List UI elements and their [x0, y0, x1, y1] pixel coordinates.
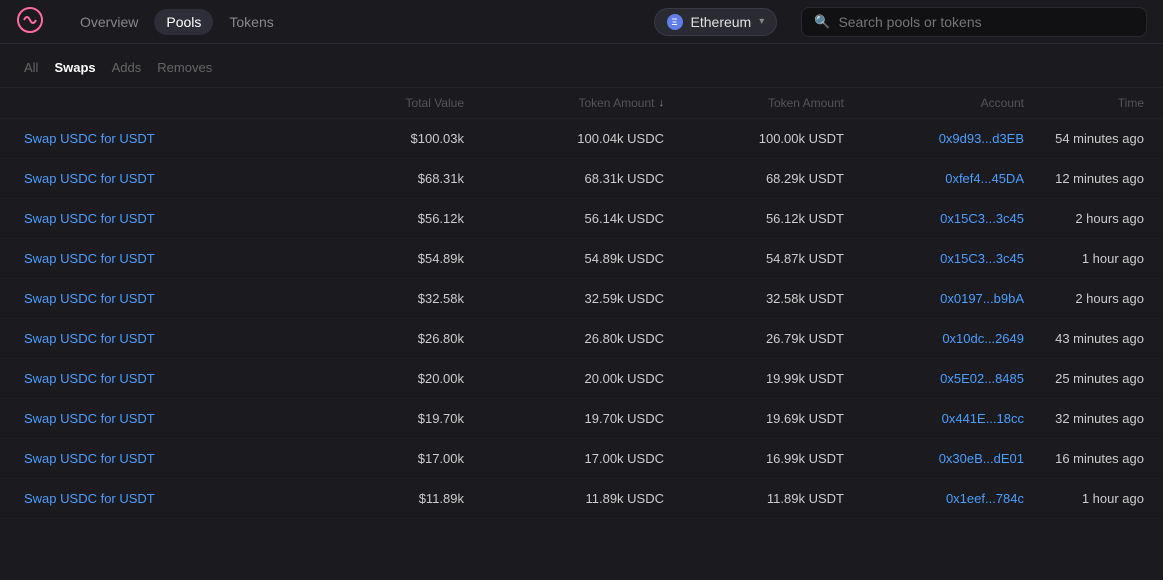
row-token-amount-2: 26.79k USDT [664, 331, 844, 346]
col-header-time: Time [1024, 96, 1144, 110]
nav-items: Overview Pools Tokens [68, 9, 286, 35]
row-account[interactable]: 0x10dc...2649 [844, 331, 1024, 346]
row-account[interactable]: 0xfef4...45DA [844, 171, 1024, 186]
col-header-token-amount-2: Token Amount [664, 96, 844, 110]
row-token-amount-1: 17.00k USDC [464, 451, 664, 466]
row-token-amount-2: 11.89k USDT [664, 491, 844, 506]
row-total-value: $26.80k [304, 331, 464, 346]
table: Total Value Token Amount ↓ Token Amount … [0, 88, 1163, 519]
table-row: Swap USDC for USDT $17.00k 17.00k USDC 1… [0, 439, 1163, 479]
row-account[interactable]: 0x9d93...d3EB [844, 131, 1024, 146]
row-token-amount-1: 11.89k USDC [464, 491, 664, 506]
row-total-value: $68.31k [304, 171, 464, 186]
row-total-value: $11.89k [304, 491, 464, 506]
col-header-action [24, 96, 304, 110]
row-action[interactable]: Swap USDC for USDT [24, 371, 304, 386]
row-token-amount-2: 19.99k USDT [664, 371, 844, 386]
row-time: 2 hours ago [1024, 291, 1144, 306]
row-token-amount-1: 100.04k USDC [464, 131, 664, 146]
row-token-amount-2: 32.58k USDT [664, 291, 844, 306]
row-action[interactable]: Swap USDC for USDT [24, 251, 304, 266]
row-account[interactable]: 0x5E02...8485 [844, 371, 1024, 386]
network-icon: Ξ [667, 14, 683, 30]
row-time: 25 minutes ago [1024, 371, 1144, 386]
row-account[interactable]: 0x15C3...3c45 [844, 211, 1024, 226]
row-token-amount-2: 68.29k USDT [664, 171, 844, 186]
table-row: Swap USDC for USDT $68.31k 68.31k USDC 6… [0, 159, 1163, 199]
row-total-value: $100.03k [304, 131, 464, 146]
network-name: Ethereum [691, 14, 752, 30]
row-action[interactable]: Swap USDC for USDT [24, 451, 304, 466]
row-total-value: $56.12k [304, 211, 464, 226]
row-token-amount-2: 100.00k USDT [664, 131, 844, 146]
row-token-amount-2: 54.87k USDT [664, 251, 844, 266]
filter-tab-adds[interactable]: Adds [112, 58, 142, 77]
row-time: 43 minutes ago [1024, 331, 1144, 346]
nav-pools[interactable]: Pools [154, 9, 213, 35]
row-account[interactable]: 0x1eef...784c [844, 491, 1024, 506]
row-action[interactable]: Swap USDC for USDT [24, 291, 304, 306]
search-icon: 🔍 [814, 14, 830, 30]
row-time: 1 hour ago [1024, 491, 1144, 506]
top-nav: Overview Pools Tokens Ξ Ethereum ▾ 🔍 [0, 0, 1163, 44]
row-total-value: $17.00k [304, 451, 464, 466]
nav-tokens[interactable]: Tokens [217, 9, 285, 35]
table-body: Swap USDC for USDT $100.03k 100.04k USDC… [0, 119, 1163, 519]
table-row: Swap USDC for USDT $20.00k 20.00k USDC 1… [0, 359, 1163, 399]
row-time: 2 hours ago [1024, 211, 1144, 226]
row-action[interactable]: Swap USDC for USDT [24, 211, 304, 226]
content: All Swaps Adds Removes Total Value Token… [0, 44, 1163, 519]
row-time: 1 hour ago [1024, 251, 1144, 266]
row-time: 32 minutes ago [1024, 411, 1144, 426]
table-row: Swap USDC for USDT $54.89k 54.89k USDC 5… [0, 239, 1163, 279]
chevron-down-icon: ▾ [759, 16, 764, 27]
row-token-amount-1: 19.70k USDC [464, 411, 664, 426]
row-token-amount-2: 19.69k USDT [664, 411, 844, 426]
table-row: Swap USDC for USDT $56.12k 56.14k USDC 5… [0, 199, 1163, 239]
row-action[interactable]: Swap USDC for USDT [24, 171, 304, 186]
row-token-amount-1: 56.14k USDC [464, 211, 664, 226]
row-action[interactable]: Swap USDC for USDT [24, 331, 304, 346]
row-token-amount-2: 16.99k USDT [664, 451, 844, 466]
row-total-value: $32.58k [304, 291, 464, 306]
table-row: Swap USDC for USDT $11.89k 11.89k USDC 1… [0, 479, 1163, 519]
row-action[interactable]: Swap USDC for USDT [24, 131, 304, 146]
table-row: Swap USDC for USDT $32.58k 32.59k USDC 3… [0, 279, 1163, 319]
col-header-account: Account [844, 96, 1024, 110]
table-row: Swap USDC for USDT $19.70k 19.70k USDC 1… [0, 399, 1163, 439]
row-total-value: $19.70k [304, 411, 464, 426]
nav-overview[interactable]: Overview [68, 9, 150, 35]
row-token-amount-1: 20.00k USDC [464, 371, 664, 386]
row-token-amount-1: 26.80k USDC [464, 331, 664, 346]
filter-row: All Swaps Adds Removes [0, 44, 1163, 88]
table-row: Swap USDC for USDT $26.80k 26.80k USDC 2… [0, 319, 1163, 359]
table-row: Swap USDC for USDT $100.03k 100.04k USDC… [0, 119, 1163, 159]
row-action[interactable]: Swap USDC for USDT [24, 491, 304, 506]
logo[interactable] [16, 6, 44, 37]
row-time: 12 minutes ago [1024, 171, 1144, 186]
search-input[interactable] [838, 14, 1134, 30]
row-account[interactable]: 0x0197...b9bA [844, 291, 1024, 306]
table-header: Total Value Token Amount ↓ Token Amount … [0, 88, 1163, 119]
row-total-value: $20.00k [304, 371, 464, 386]
row-action[interactable]: Swap USDC for USDT [24, 411, 304, 426]
row-time: 54 minutes ago [1024, 131, 1144, 146]
row-total-value: $54.89k [304, 251, 464, 266]
filter-tab-all[interactable]: All [24, 58, 38, 77]
search-bar: 🔍 [801, 7, 1147, 37]
row-token-amount-1: 32.59k USDC [464, 291, 664, 306]
col-header-token-amount-1[interactable]: Token Amount ↓ [464, 96, 664, 110]
filter-tab-swaps[interactable]: Swaps [54, 58, 95, 77]
network-selector[interactable]: Ξ Ethereum ▾ [654, 8, 778, 36]
row-token-amount-1: 68.31k USDC [464, 171, 664, 186]
row-account[interactable]: 0x441E...18cc [844, 411, 1024, 426]
row-account[interactable]: 0x30eB...dE01 [844, 451, 1024, 466]
row-token-amount-1: 54.89k USDC [464, 251, 664, 266]
row-time: 16 minutes ago [1024, 451, 1144, 466]
row-token-amount-2: 56.12k USDT [664, 211, 844, 226]
filter-tab-removes[interactable]: Removes [157, 58, 212, 77]
col-header-total-value: Total Value [304, 96, 464, 110]
row-account[interactable]: 0x15C3...3c45 [844, 251, 1024, 266]
